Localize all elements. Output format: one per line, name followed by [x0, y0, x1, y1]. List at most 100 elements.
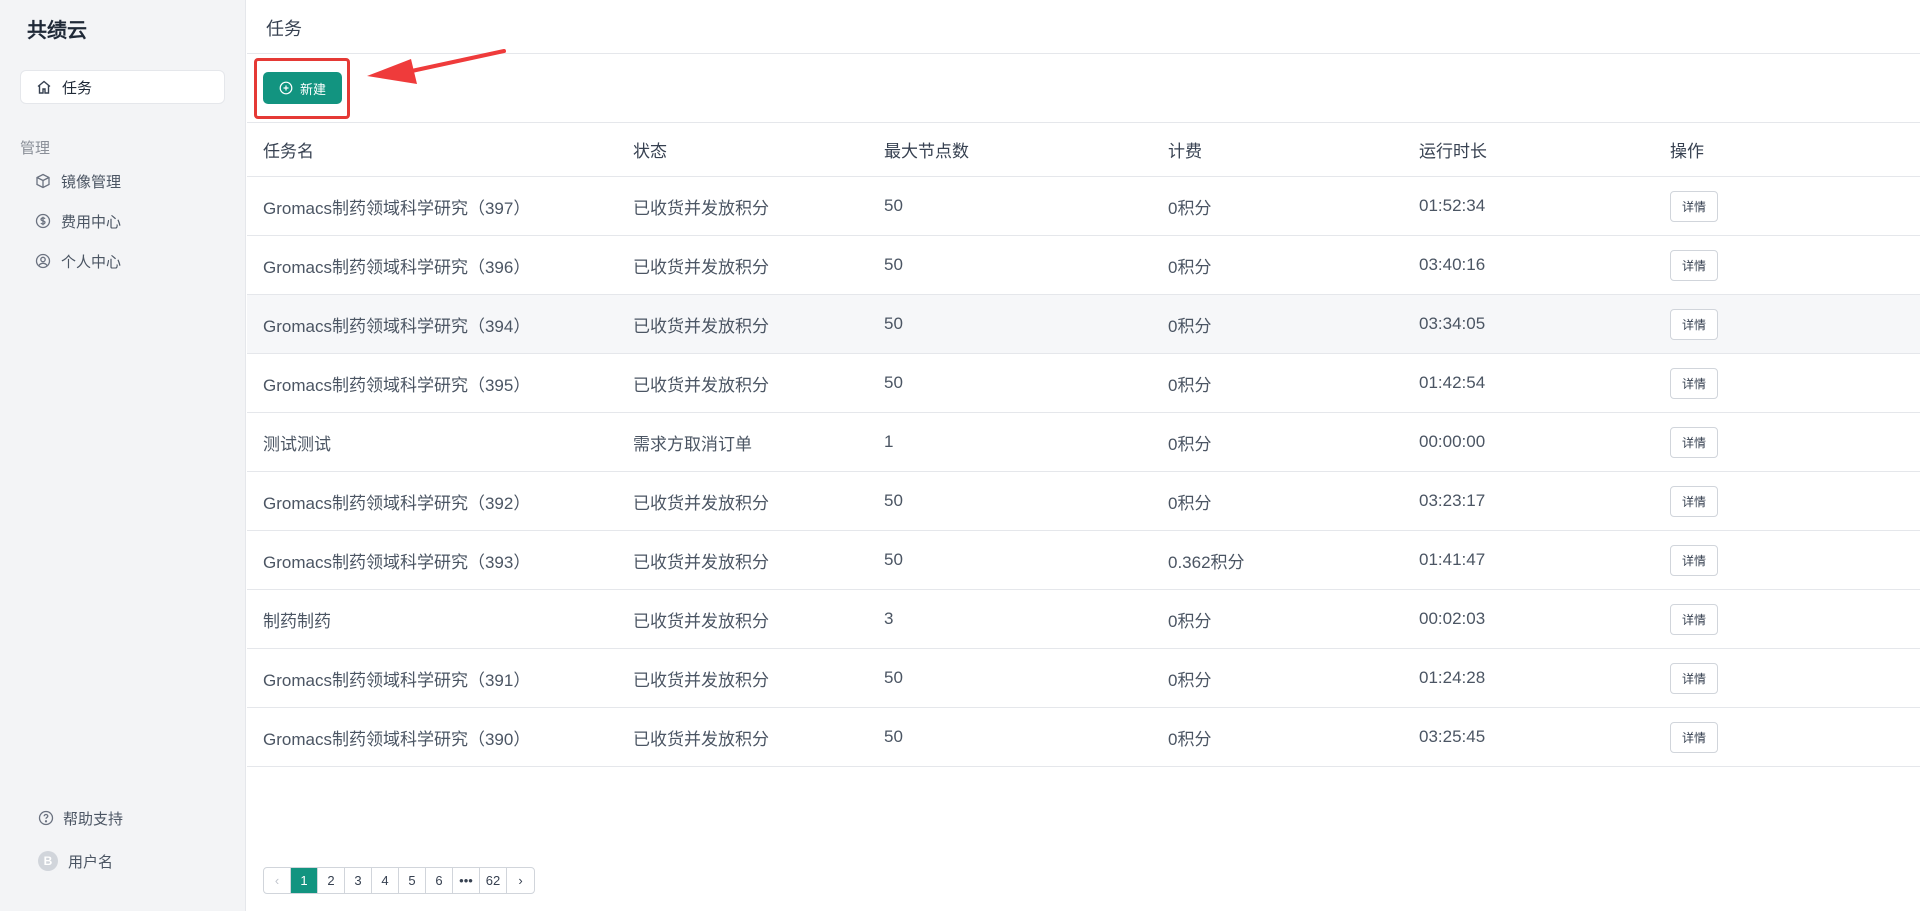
- annotation-arrow-icon: [367, 49, 506, 84]
- table-header: 任务名 状态 最大节点数 计费 运行时长 操作: [247, 122, 1920, 177]
- new-task-button[interactable]: 新建: [263, 72, 342, 104]
- detail-button[interactable]: 详情: [1670, 603, 1718, 635]
- sidebar-item-billing[interactable]: 费用中心: [35, 209, 121, 233]
- task-max-nodes: 50: [884, 373, 903, 392]
- task-runtime: 03:40:16: [1419, 255, 1486, 274]
- task-runtime: 01:52:34: [1419, 196, 1486, 215]
- task-fee: 0.362积分: [1168, 552, 1245, 572]
- task-max-nodes: 50: [884, 727, 903, 746]
- sidebar-item-label: 任务: [62, 79, 93, 97]
- home-icon: [36, 79, 52, 95]
- task-fee: 0积分: [1168, 493, 1212, 513]
- help-support-link[interactable]: 帮助支持: [38, 806, 123, 830]
- detail-button[interactable]: 详情: [1670, 367, 1718, 399]
- detail-button[interactable]: 详情: [1670, 485, 1718, 517]
- task-name: 测试测试: [263, 434, 331, 454]
- detail-button[interactable]: 详情: [1670, 249, 1718, 281]
- task-max-nodes: 50: [884, 314, 903, 333]
- task-runtime: 00:00:00: [1419, 432, 1486, 451]
- task-max-nodes: 50: [884, 196, 903, 215]
- column-header-max-nodes[interactable]: 最大节点数: [884, 137, 969, 162]
- table-row[interactable]: Gromacs制药领域科学研究（394） 已收货并发放积分 50 0积分 03:…: [247, 295, 1920, 354]
- column-header-status[interactable]: 状态: [633, 137, 667, 162]
- table-row[interactable]: Gromacs制药领域科学研究（391） 已收货并发放积分 50 0积分 01:…: [247, 649, 1920, 708]
- table-row[interactable]: Gromacs制药领域科学研究（397） 已收货并发放积分 50 0积分 01:…: [247, 177, 1920, 236]
- column-header-fee[interactable]: 计费: [1168, 137, 1202, 162]
- task-runtime: 00:02:03: [1419, 609, 1486, 628]
- table-row[interactable]: 制药制药 已收货并发放积分 3 0积分 00:02:03 详情: [247, 590, 1920, 649]
- pagination-page-6[interactable]: 6: [426, 868, 453, 893]
- section-label-manage: 管理: [20, 140, 51, 157]
- task-runtime: 03:34:05: [1419, 314, 1486, 333]
- sidebar-item-tasks[interactable]: 任务: [20, 70, 225, 104]
- avatar: B: [38, 851, 58, 871]
- detail-button[interactable]: 详情: [1670, 544, 1718, 576]
- detail-button[interactable]: 详情: [1670, 721, 1718, 753]
- task-status: 已收货并发放积分: [633, 257, 769, 277]
- column-header-runtime[interactable]: 运行时长: [1419, 137, 1487, 162]
- task-fee: 0积分: [1168, 257, 1212, 277]
- pagination-page-3[interactable]: 3: [345, 868, 372, 893]
- table-row[interactable]: Gromacs制药领域科学研究（392） 已收货并发放积分 50 0积分 03:…: [247, 472, 1920, 531]
- detail-button[interactable]: 详情: [1670, 308, 1718, 340]
- task-name: Gromacs制药领域科学研究（390）: [263, 729, 531, 749]
- task-max-nodes: 50: [884, 550, 903, 569]
- pagination: ‹ 1 2 3 4 5 6 ••• 62 ›: [263, 867, 535, 894]
- main-content: 任务 新建 任务名 状态 最大节点数 计费 运行时长 操作 Gromacs制药领…: [247, 0, 1920, 911]
- sidebar: 共绩云 任务 管理 镜像管理 费用中心 个人中心 帮助支持 B 用户名: [0, 0, 246, 911]
- task-status: 已收货并发放积分: [633, 316, 769, 336]
- sidebar-item-label: 费用中心: [61, 213, 122, 231]
- pagination-prev-button[interactable]: ‹: [264, 868, 291, 893]
- detail-button[interactable]: 详情: [1670, 662, 1718, 694]
- task-name: Gromacs制药领域科学研究（391）: [263, 670, 531, 690]
- task-name: Gromacs制药领域科学研究（396）: [263, 257, 531, 277]
- user-menu[interactable]: B 用户名: [38, 849, 113, 873]
- task-name: Gromacs制药领域科学研究（397）: [263, 198, 531, 218]
- task-status: 已收货并发放积分: [633, 198, 769, 218]
- table-row[interactable]: Gromacs制药领域科学研究（390） 已收货并发放积分 50 0积分 03:…: [247, 708, 1920, 767]
- plus-circle-icon: [279, 81, 293, 95]
- pagination-page-1[interactable]: 1: [291, 868, 318, 893]
- table-row[interactable]: Gromacs制药领域科学研究（395） 已收货并发放积分 50 0积分 01:…: [247, 354, 1920, 413]
- pagination-page-5[interactable]: 5: [399, 868, 426, 893]
- pagination-ellipsis[interactable]: •••: [453, 868, 480, 893]
- detail-button[interactable]: 详情: [1670, 426, 1718, 458]
- column-header-name[interactable]: 任务名: [263, 137, 314, 162]
- detail-button[interactable]: 详情: [1670, 190, 1718, 222]
- task-max-nodes: 1: [884, 432, 894, 451]
- task-name: Gromacs制药领域科学研究（392）: [263, 493, 531, 513]
- task-fee: 0积分: [1168, 198, 1212, 218]
- task-runtime: 03:25:45: [1419, 727, 1486, 746]
- task-max-nodes: 50: [884, 668, 903, 687]
- user-circle-icon: [35, 253, 51, 269]
- task-fee: 0积分: [1168, 729, 1212, 749]
- column-header-actions: 操作: [1670, 142, 1704, 161]
- task-max-nodes: 3: [884, 609, 894, 628]
- help-support-label: 帮助支持: [63, 810, 124, 828]
- task-name: Gromacs制药领域科学研究（393）: [263, 552, 531, 572]
- task-status: 已收货并发放积分: [633, 375, 769, 395]
- sidebar-item-profile[interactable]: 个人中心: [35, 249, 121, 273]
- sidebar-item-image-management[interactable]: 镜像管理: [35, 169, 121, 193]
- pagination-page-2[interactable]: 2: [318, 868, 345, 893]
- task-fee: 0积分: [1168, 434, 1212, 454]
- task-name: 制药制药: [263, 611, 331, 631]
- user-name: 用户名: [68, 853, 114, 871]
- page-title: 任务: [266, 19, 302, 39]
- task-status: 已收货并发放积分: [633, 670, 769, 690]
- sidebar-item-label: 个人中心: [61, 253, 122, 271]
- task-max-nodes: 50: [884, 491, 903, 510]
- new-task-button-label: 新建: [299, 81, 326, 97]
- box-icon: [35, 173, 51, 189]
- pagination-next-button[interactable]: ›: [507, 868, 534, 893]
- pagination-page-62[interactable]: 62: [480, 868, 507, 893]
- task-name: Gromacs制药领域科学研究（394）: [263, 316, 531, 336]
- table-row[interactable]: 测试测试 需求方取消订单 1 0积分 00:00:00 详情: [247, 413, 1920, 472]
- task-runtime: 01:24:28: [1419, 668, 1486, 687]
- task-runtime: 03:23:17: [1419, 491, 1486, 510]
- task-max-nodes: 50: [884, 255, 903, 274]
- question-circle-icon: [38, 810, 54, 826]
- pagination-page-4[interactable]: 4: [372, 868, 399, 893]
- table-row[interactable]: Gromacs制药领域科学研究（393） 已收货并发放积分 50 0.362积分…: [247, 531, 1920, 590]
- table-row[interactable]: Gromacs制药领域科学研究（396） 已收货并发放积分 50 0积分 03:…: [247, 236, 1920, 295]
